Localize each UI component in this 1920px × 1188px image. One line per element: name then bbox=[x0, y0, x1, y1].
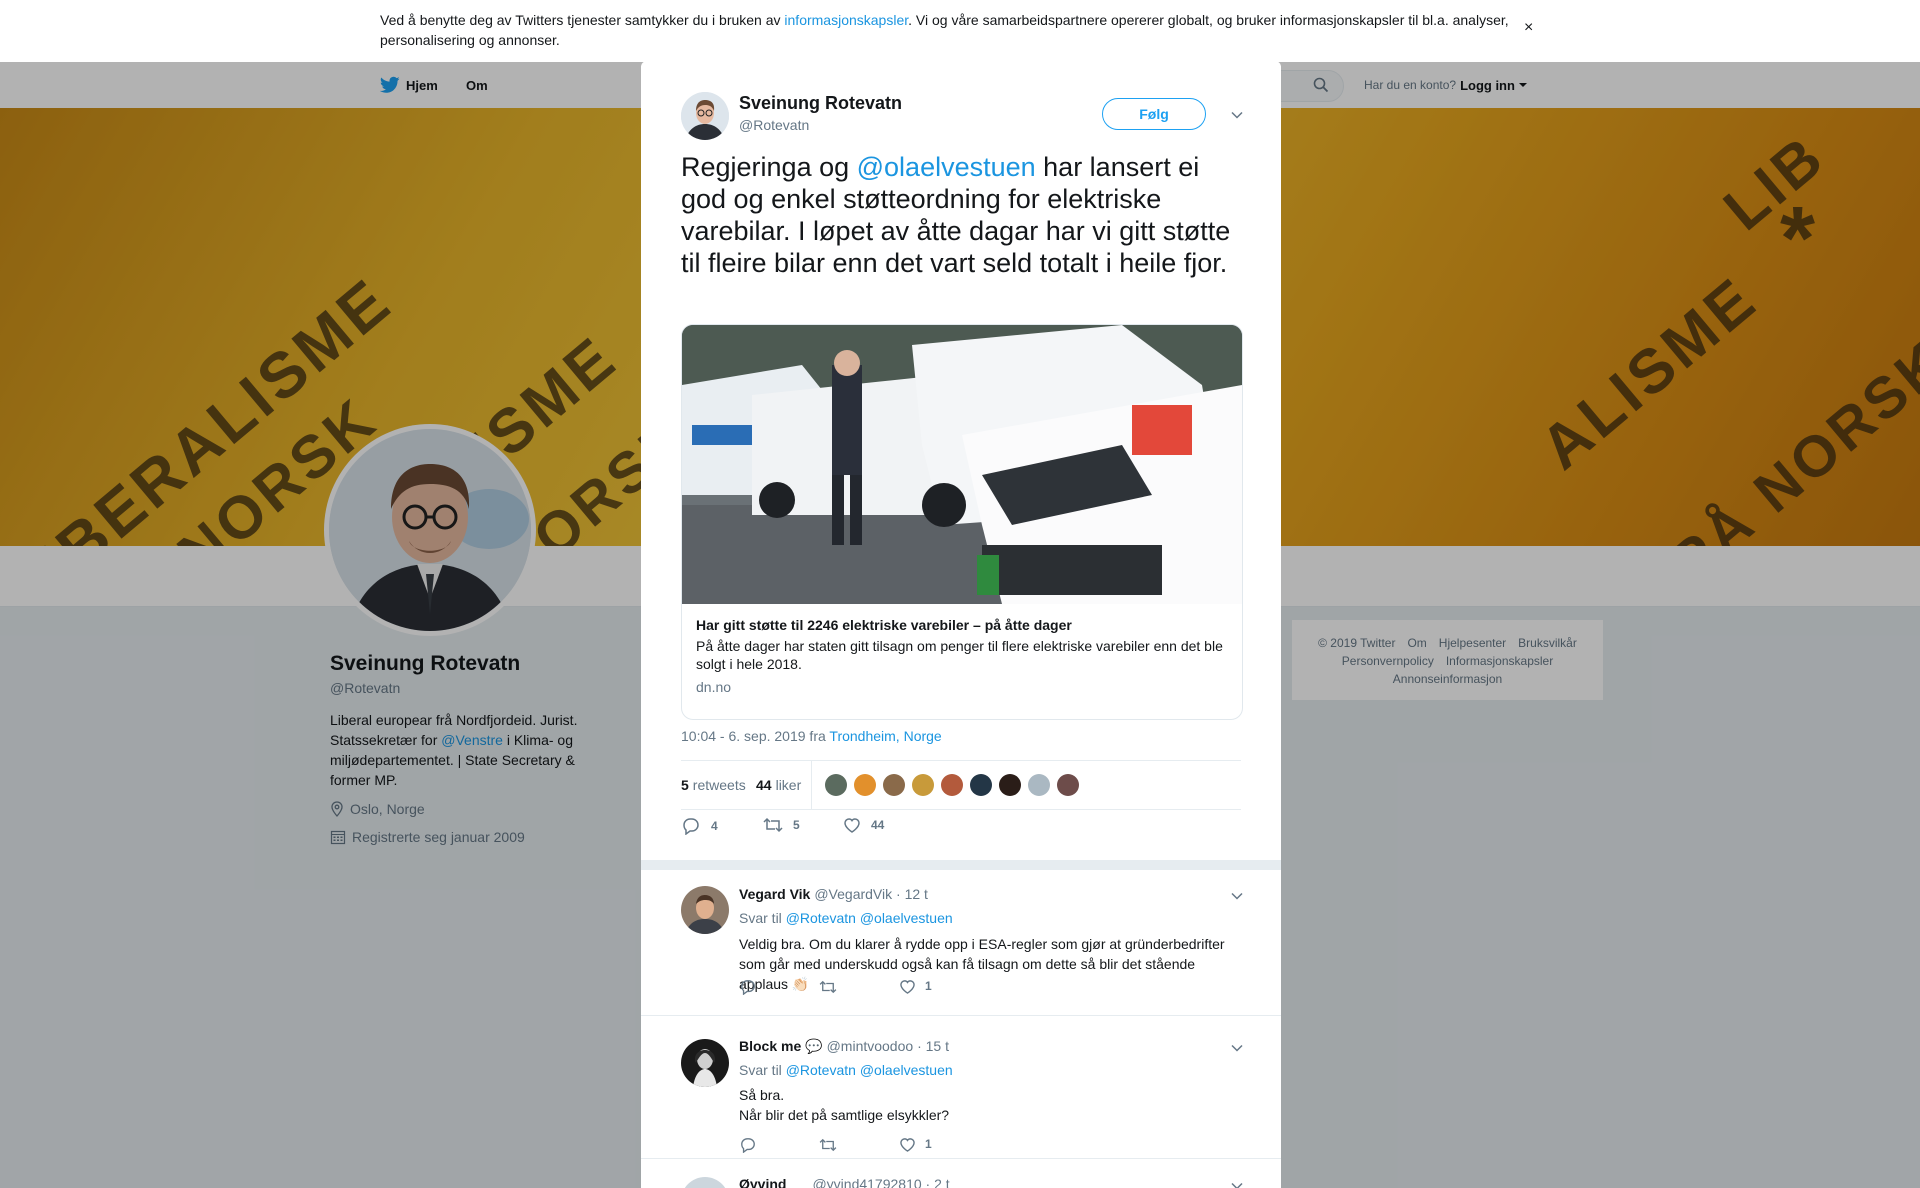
reply-tweet[interactable]: Block me 💬 @mintvoodoo · 15 t Svar til @R… bbox=[641, 1031, 1281, 1159]
card-description: På åtte dager har staten gitt tilsagn om… bbox=[696, 638, 1223, 672]
reply-avatar[interactable] bbox=[681, 886, 729, 934]
tweet-timestamp: 10:04 - 6. sep. 2019 fra Trondheim, Norg… bbox=[681, 728, 942, 744]
liker-avatar[interactable] bbox=[854, 774, 876, 796]
liker-avatar[interactable] bbox=[825, 774, 847, 796]
cookie-text-before: Ved å benytte deg av Twitters tjenester … bbox=[380, 12, 785, 28]
close-icon[interactable] bbox=[1874, 12, 1900, 38]
reply-time[interactable]: · 12 t bbox=[896, 886, 928, 902]
chevron-down-icon[interactable] bbox=[1231, 1182, 1243, 1188]
speech-bubble-icon: 💬 bbox=[805, 1038, 823, 1054]
reply-to-mention[interactable]: @Rotevatn bbox=[786, 910, 856, 926]
reply-text-line: Når blir det på samtlige elsykkler? bbox=[739, 1107, 950, 1123]
liker-avatar[interactable] bbox=[883, 774, 905, 796]
card-title: Har gitt støtte til 2246 elektriske vare… bbox=[696, 617, 1072, 633]
reply-to: Svar til @Rotevatn @olaelvestuen bbox=[739, 1062, 953, 1078]
tweet-modal: Sveinung Rotevatn @Rotevatn Følg Regjeri… bbox=[641, 61, 1281, 1188]
reply-time[interactable]: · 2 t bbox=[926, 1176, 950, 1188]
author-handle[interactable]: @Rotevatn bbox=[739, 117, 809, 133]
reply-avatar[interactable] bbox=[681, 1039, 729, 1087]
reply-icon[interactable] bbox=[739, 979, 757, 995]
cookie-text: Ved å benytte deg av Twitters tjenester … bbox=[380, 10, 1510, 50]
author-avatar[interactable] bbox=[681, 92, 729, 140]
likes-label: liker bbox=[775, 777, 802, 793]
reply-like-count: 1 bbox=[925, 1137, 932, 1151]
cookie-banner: Ved å benytte deg av Twitters tjenester … bbox=[0, 0, 1920, 62]
reply-to-label: Svar til bbox=[739, 910, 786, 926]
cookie-close-icon[interactable]: × bbox=[1524, 20, 1540, 36]
reply-author-name[interactable]: Øyvind bbox=[739, 1176, 786, 1188]
author-name[interactable]: Sveinung Rotevatn bbox=[739, 93, 902, 114]
reply-header: Øyvind @yvind41792810 · 2 t bbox=[739, 1176, 950, 1188]
like-count: 44 bbox=[871, 818, 885, 832]
retweets-label: retweets bbox=[692, 777, 746, 793]
reply-text: Så bra. Når blir det på samtlige elsykkle… bbox=[739, 1085, 1229, 1125]
chevron-down-icon[interactable] bbox=[1231, 111, 1243, 119]
reply-author-handle[interactable]: @yvind41792810 bbox=[812, 1176, 921, 1188]
chevron-down-icon[interactable] bbox=[1231, 1044, 1243, 1052]
reply-header: Block me 💬 @mintvoodoo · 15 t bbox=[739, 1038, 949, 1055]
reply-author-name[interactable]: Vegard Vik bbox=[739, 886, 810, 902]
retweet-icon bbox=[763, 817, 783, 833]
reply-to-mention[interactable]: @Rotevatn bbox=[786, 1062, 856, 1078]
reply-like-count: 1 bbox=[925, 979, 932, 993]
reply-avatar[interactable] bbox=[681, 1177, 729, 1188]
tweet-stats: 5 retweets 44 liker bbox=[681, 760, 1241, 810]
liker-avatar[interactable] bbox=[1028, 774, 1050, 796]
link-card[interactable]: Har gitt støtte til 2246 elektriske vare… bbox=[681, 324, 1243, 720]
tweet-mention-link[interactable]: @olaelvestuen bbox=[857, 152, 1036, 182]
likes-stat[interactable]: 44 liker bbox=[756, 761, 801, 809]
reply-author-handle[interactable]: @mintvoodoo bbox=[827, 1038, 914, 1054]
reply-time[interactable]: · 15 t bbox=[917, 1038, 949, 1054]
reply-icon[interactable] bbox=[739, 1137, 757, 1153]
tweet-time[interactable]: 10:04 - 6. sep. 2019 fra bbox=[681, 728, 829, 744]
reply-tweet[interactable]: Øyvind @yvind41792810 · 2 t bbox=[641, 1159, 1281, 1188]
retweets-stat[interactable]: 5 retweets bbox=[681, 761, 746, 809]
reply-to-mention[interactable]: @olaelvestuen bbox=[860, 1062, 953, 1078]
card-domain: dn.no bbox=[696, 679, 732, 695]
heart-icon bbox=[843, 817, 861, 833]
reply-header: Vegard Vik @VegardVik · 12 t bbox=[739, 886, 928, 902]
retweets-count: 5 bbox=[681, 777, 689, 793]
reply-actions: 1 bbox=[739, 979, 1139, 999]
reply-icon bbox=[681, 817, 701, 835]
retweet-icon[interactable] bbox=[819, 1138, 837, 1152]
reply-to-label: Svar til bbox=[739, 1062, 786, 1078]
cookie-link[interactable]: informasjonskapsler bbox=[784, 12, 908, 28]
retweet-action[interactable]: 5 bbox=[763, 817, 800, 833]
stats-divider bbox=[811, 761, 812, 809]
liker-avatar[interactable] bbox=[912, 774, 934, 796]
like-action[interactable]: 44 bbox=[843, 817, 884, 833]
tweet-actions: 4 5 44 bbox=[681, 817, 1241, 841]
reply-to-mention[interactable]: @olaelvestuen bbox=[860, 910, 953, 926]
liker-avatar[interactable] bbox=[1057, 774, 1079, 796]
retweet-count: 5 bbox=[793, 818, 800, 832]
liker-avatar[interactable] bbox=[970, 774, 992, 796]
tweet-text-part: Regjeringa og bbox=[681, 152, 857, 182]
likes-count: 44 bbox=[756, 777, 772, 793]
heart-icon[interactable] bbox=[899, 979, 916, 994]
reply-actions: 1 bbox=[739, 1137, 1139, 1157]
reply-action[interactable]: 4 bbox=[681, 817, 718, 835]
reply-author-handle[interactable]: @VegardVik bbox=[814, 886, 892, 902]
tweet-place-link[interactable]: Trondheim, Norge bbox=[829, 728, 941, 744]
liker-avatar[interactable] bbox=[941, 774, 963, 796]
reply-to: Svar til @Rotevatn @olaelvestuen bbox=[739, 910, 953, 926]
reply-count: 4 bbox=[711, 819, 718, 833]
retweet-icon[interactable] bbox=[819, 980, 837, 994]
tweet-text: Regjeringa og @olaelvestuen har lansert … bbox=[681, 151, 1241, 279]
chevron-down-icon[interactable] bbox=[1231, 892, 1243, 900]
follow-button[interactable]: Følg bbox=[1102, 98, 1206, 130]
reply-author-name[interactable]: Block me bbox=[739, 1038, 801, 1054]
heart-icon[interactable] bbox=[899, 1137, 916, 1152]
card-image bbox=[682, 325, 1242, 604]
reply-text-line: Så bra. bbox=[739, 1087, 785, 1103]
replies-separator bbox=[641, 860, 1281, 870]
liker-avatar[interactable] bbox=[999, 774, 1021, 796]
reply-tweet[interactable]: Vegard Vik @VegardVik · 12 t Svar til @Ro… bbox=[641, 870, 1281, 1016]
